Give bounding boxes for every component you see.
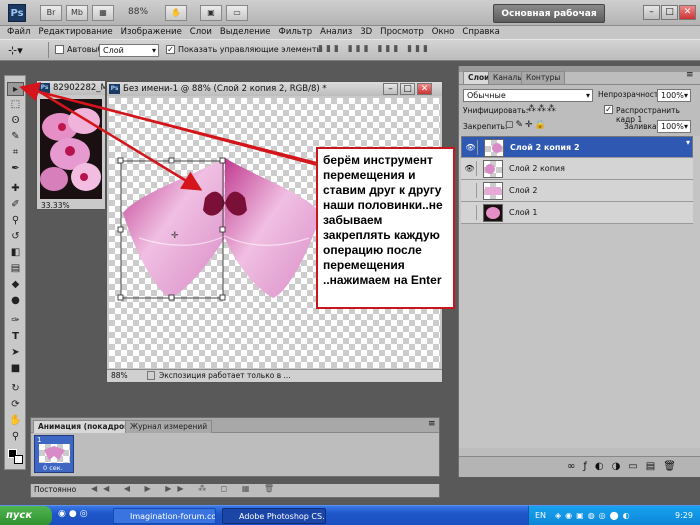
lock-icons[interactable]: ▢✎✛🔒 bbox=[505, 120, 548, 130]
unify-icons[interactable]: ⁂⁂⁂ bbox=[527, 104, 557, 114]
animation-controls: Постоянно ◀◀ ◀ ▶ ▶▶ ⁂ ◻ ▦ 🗑 bbox=[30, 484, 440, 498]
task-photoshop[interactable]: Adobe Photoshop CS... bbox=[222, 508, 326, 524]
layer-name[interactable]: Слой 2 копия bbox=[509, 158, 565, 180]
layers-footer-buttons[interactable]: ∞ƒ◐◑▭▤🗑 bbox=[459, 456, 700, 477]
animation-menu-icon[interactable]: ≡ bbox=[428, 419, 436, 429]
panel-menu-icon[interactable]: ≡ bbox=[686, 70, 694, 80]
fill-input[interactable]: 100% bbox=[657, 120, 691, 133]
tray-icons[interactable]: ◈◉▣◍◎⬤◐ bbox=[555, 506, 634, 525]
opacity-input[interactable]: 100% bbox=[657, 89, 691, 102]
frame-thumbnail bbox=[39, 444, 70, 463]
tab-measurement-log[interactable]: Журнал измерений bbox=[125, 420, 213, 433]
eye-slot[interactable] bbox=[463, 183, 477, 198]
arrow-shadow-line bbox=[39, 91, 317, 166]
playback-buttons[interactable]: ◀◀ ◀ ▶ ▶▶ ⁂ ◻ ▦ 🗑 bbox=[91, 484, 280, 493]
layer-thumbnail bbox=[484, 139, 504, 157]
opacity-label: Непрозрачность: bbox=[598, 90, 666, 99]
eye-icon[interactable]: 👁 bbox=[464, 140, 478, 155]
layer-name[interactable]: Слой 2 копия 2 bbox=[510, 137, 580, 159]
layer-thumbnail bbox=[483, 182, 503, 200]
layer-thumbnail bbox=[483, 204, 503, 222]
task-imagination-forum[interactable]: Imagination-forum.co... bbox=[113, 508, 216, 524]
blend-mode-select[interactable]: Обычные bbox=[463, 89, 593, 102]
layer-name[interactable]: Слой 2 bbox=[509, 180, 537, 202]
loop-select[interactable]: Постоянно bbox=[34, 485, 76, 494]
start-button[interactable]: пуск bbox=[0, 506, 52, 525]
system-tray: EN ◈◉▣◍◎⬤◐ 9:29 bbox=[528, 506, 700, 525]
frame-delay[interactable]: 0 сек. bbox=[43, 464, 63, 472]
arrow-to-canvas bbox=[39, 90, 203, 191]
layer-name[interactable]: Слой 1 bbox=[509, 202, 537, 224]
layer-row-copy[interactable]: 👁 Слой 2 копия bbox=[461, 158, 693, 180]
lock-label: Закрепить: bbox=[463, 122, 508, 131]
layer-row-layer2[interactable]: Слой 2 bbox=[461, 180, 693, 202]
layer-thumbnail bbox=[483, 160, 503, 178]
quick-launch-icons[interactable]: ◉●◎ bbox=[58, 509, 118, 523]
frame-number: 1 bbox=[37, 436, 42, 444]
unify-label: Унифицировать: bbox=[463, 106, 529, 115]
layers-panel: Слои Каналы Контуры ≡ Обычные Непрозрачн… bbox=[458, 66, 700, 477]
animation-panel: Анимация (покадровая) Журнал измерений ≡… bbox=[30, 417, 440, 477]
windows-taskbar: пуск ◉●◎ Imagination-forum.co... Adobe P… bbox=[0, 505, 700, 525]
eye-slot[interactable] bbox=[463, 205, 477, 220]
propagate-checkbox[interactable] bbox=[604, 105, 613, 115]
eye-icon[interactable]: 👁 bbox=[463, 161, 477, 176]
layer-row-copy2[interactable]: 👁 Слой 2 копия 2 bbox=[461, 136, 693, 158]
clock[interactable]: 9:29 bbox=[675, 506, 693, 525]
tab-paths[interactable]: Контуры bbox=[521, 71, 566, 84]
fill-label: Заливка: bbox=[624, 122, 660, 131]
layer-row-layer1[interactable]: Слой 1 bbox=[461, 202, 693, 224]
language-indicator[interactable]: EN bbox=[535, 506, 546, 525]
layers-list: 👁 Слой 2 копия 2 👁 Слой 2 копия Слой 2 С… bbox=[459, 136, 700, 448]
divider bbox=[459, 84, 700, 85]
animation-frame-1[interactable]: 1 0 сек. bbox=[34, 435, 74, 473]
